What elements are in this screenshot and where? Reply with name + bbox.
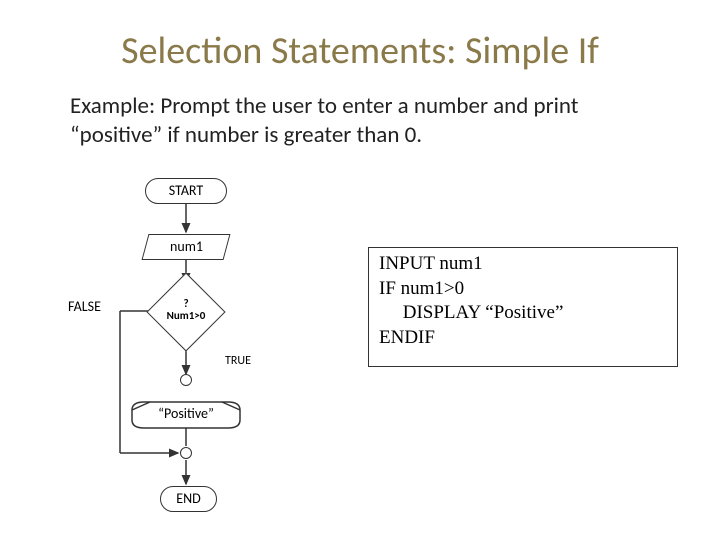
flowchart-start: START: [145, 178, 227, 204]
slide-title: Selection Statements: Simple If: [0, 28, 720, 74]
connector-dot-icon: [180, 447, 192, 459]
flowchart-connectors: [40, 178, 320, 528]
connector-dot-icon: [180, 374, 192, 386]
flowchart: START num1 ? Num1>0 FALSE TRUE “Positive…: [40, 178, 320, 528]
flowchart-decision-text: ? Num1>0: [150, 298, 222, 322]
pseudocode-box: INPUT num1 IF num1>0 DISPLAY “Positive” …: [368, 247, 678, 367]
flowchart-input: num1: [142, 234, 231, 260]
flowchart-false-label: FALSE: [68, 298, 101, 315]
flowchart-output: “Positive”: [130, 400, 240, 426]
flowchart-end: END: [160, 486, 217, 512]
flowchart-output-text: “Positive”: [130, 400, 242, 428]
slide-subtitle: Example: Prompt the user to enter a numb…: [70, 92, 660, 150]
flowchart-input-text: num1: [170, 235, 203, 259]
flowchart-true-label: TRUE: [225, 354, 251, 368]
